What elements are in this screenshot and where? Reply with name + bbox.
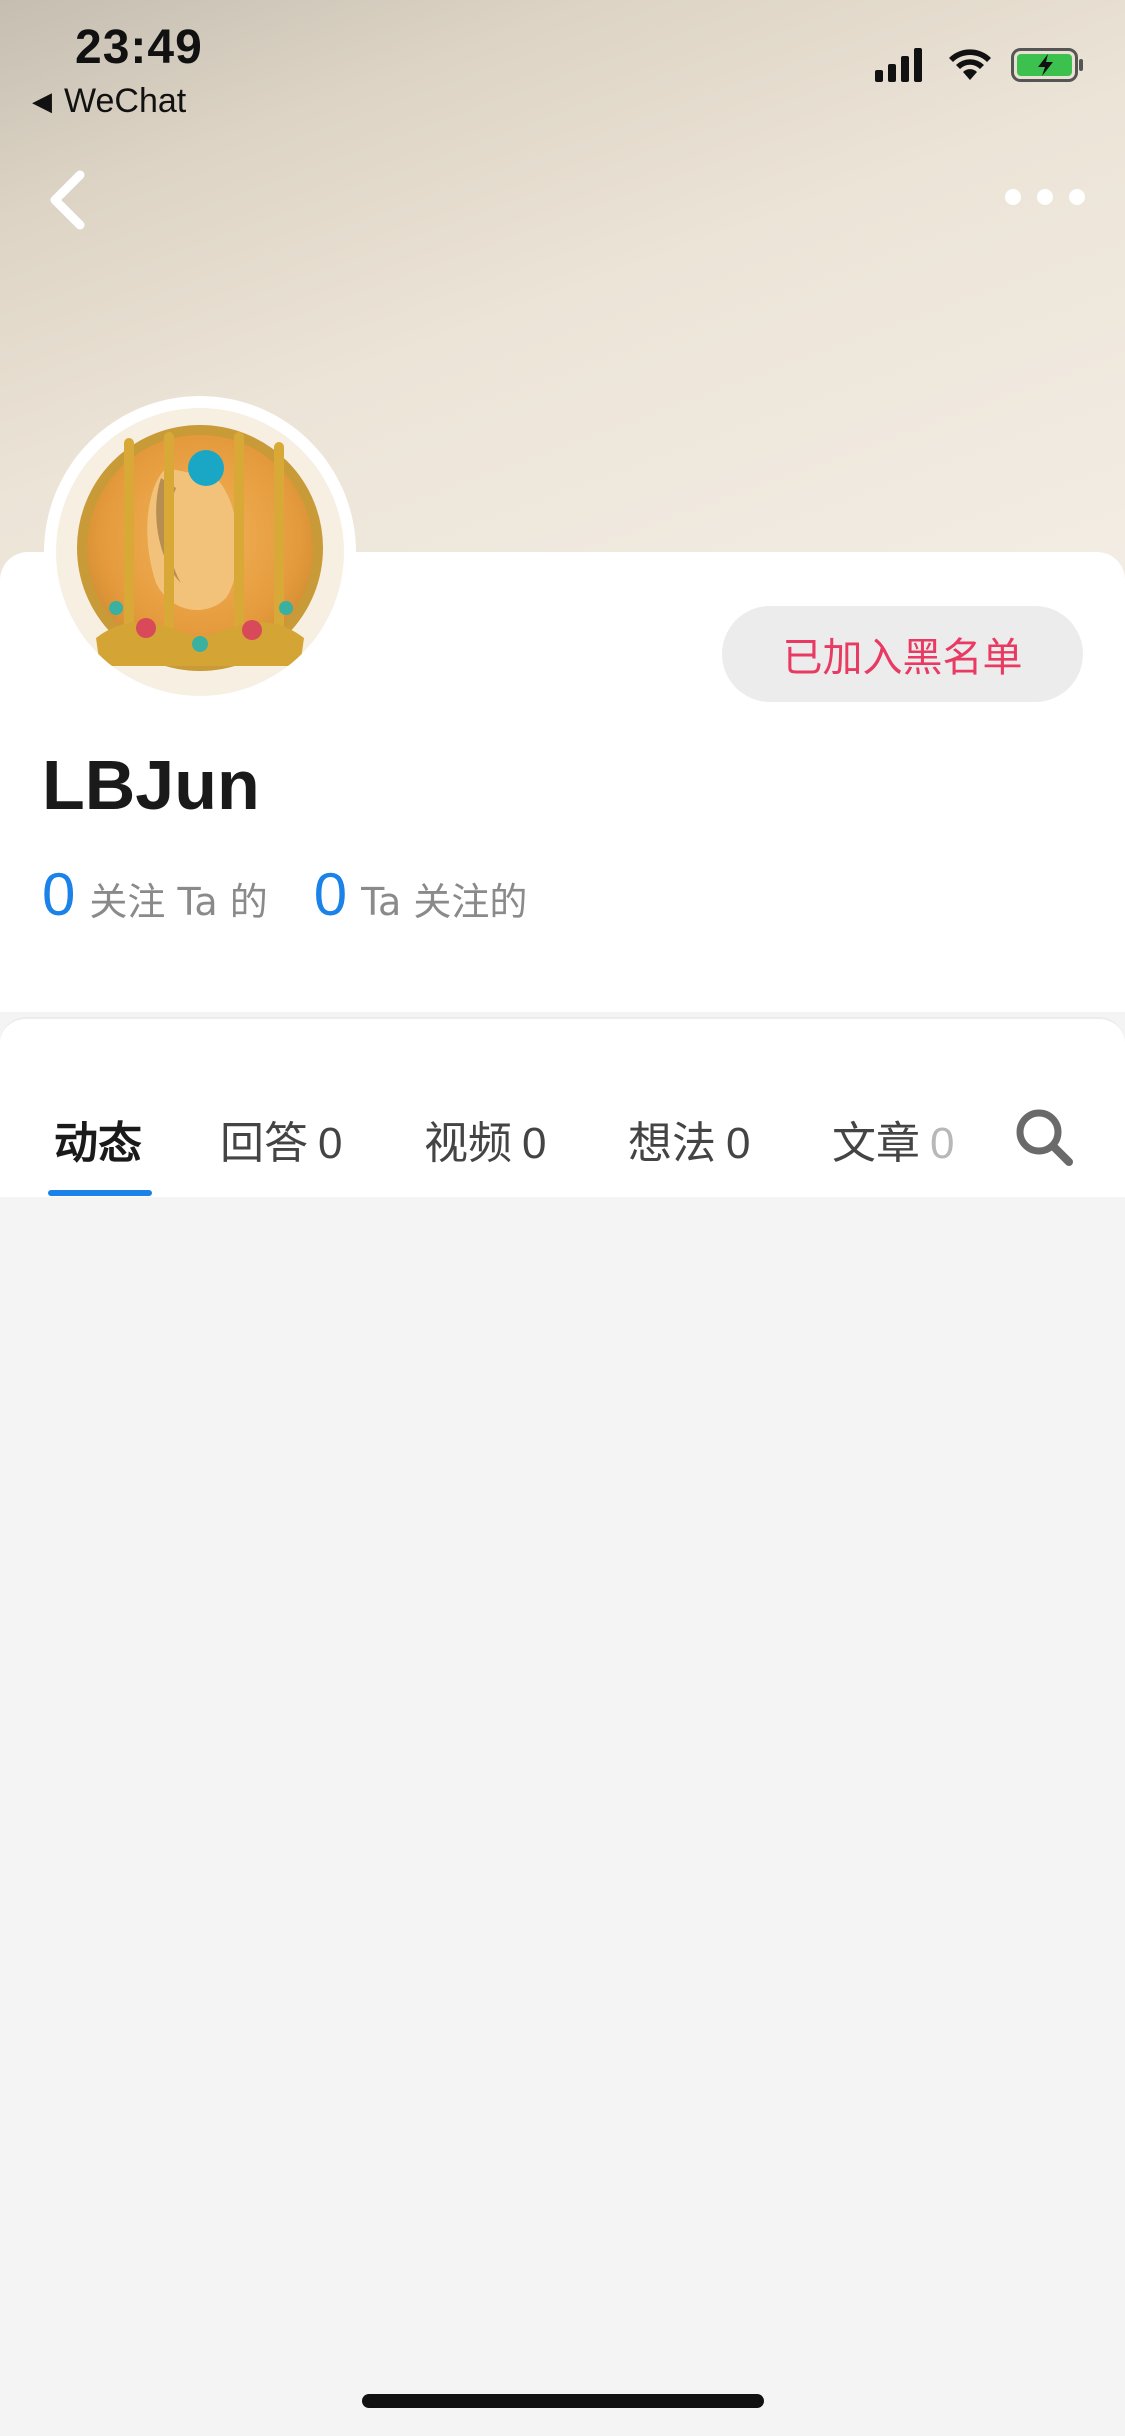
back-to-app-link[interactable]: ◀ WeChat: [32, 82, 186, 121]
avatar[interactable]: [56, 408, 344, 696]
status-time: 23:49: [75, 21, 203, 74]
tab-count: 0: [726, 1119, 751, 1168]
tab-count: 0: [318, 1119, 343, 1168]
battery-charging-icon: [1011, 48, 1083, 82]
tab-videos[interactable]: 视频 0: [424, 1107, 546, 1171]
follow-stats: 0 关注 Ta 的 0 Ta 关注的: [42, 860, 573, 929]
tab-count: 0: [522, 1119, 547, 1168]
status-bar: 23:49 ◀ WeChat: [0, 0, 1125, 130]
following-label: Ta 关注的: [361, 880, 528, 924]
more-dots-icon[interactable]: [1005, 175, 1085, 219]
following-stat[interactable]: 0 Ta 关注的: [314, 860, 528, 929]
followers-stat[interactable]: 0 关注 Ta 的: [42, 860, 268, 929]
profile-username: LBJun: [42, 746, 260, 824]
tab-thoughts[interactable]: 想法 0: [628, 1107, 750, 1171]
tab-articles[interactable]: 文章 0: [832, 1107, 954, 1171]
status-icons: [875, 48, 1085, 82]
tab-label: 回答: [220, 1118, 308, 1169]
profile-tabs: 动态 回答 0 视频 0 想法 0 文章 0: [0, 1017, 1125, 1197]
tab-label: 想法: [628, 1118, 716, 1169]
back-app-label: WeChat: [64, 82, 187, 120]
blacklist-status-button[interactable]: 已加入黑名单: [722, 606, 1083, 702]
followers-label: 关注 Ta 的: [89, 880, 268, 924]
tab-label: 文章: [832, 1118, 920, 1169]
back-triangle-icon: ◀: [32, 86, 52, 116]
followers-count: 0: [42, 861, 76, 928]
tab-label: 视频: [424, 1118, 512, 1169]
cellular-signal-icon: [875, 48, 927, 82]
tab-count: 0: [930, 1119, 955, 1168]
tab-label: 动态: [54, 1118, 142, 1169]
tab-activity[interactable]: 动态: [54, 1107, 142, 1171]
search-icon[interactable]: [1012, 1105, 1076, 1169]
tab-answers[interactable]: 回答 0: [220, 1107, 342, 1171]
following-count: 0: [313, 861, 348, 928]
chevron-left-icon[interactable]: [40, 165, 100, 235]
home-indicator[interactable]: [362, 2394, 764, 2408]
tab-content-area: [0, 1197, 1125, 2436]
wifi-icon: [949, 49, 991, 80]
active-tab-indicator: [48, 1190, 152, 1196]
